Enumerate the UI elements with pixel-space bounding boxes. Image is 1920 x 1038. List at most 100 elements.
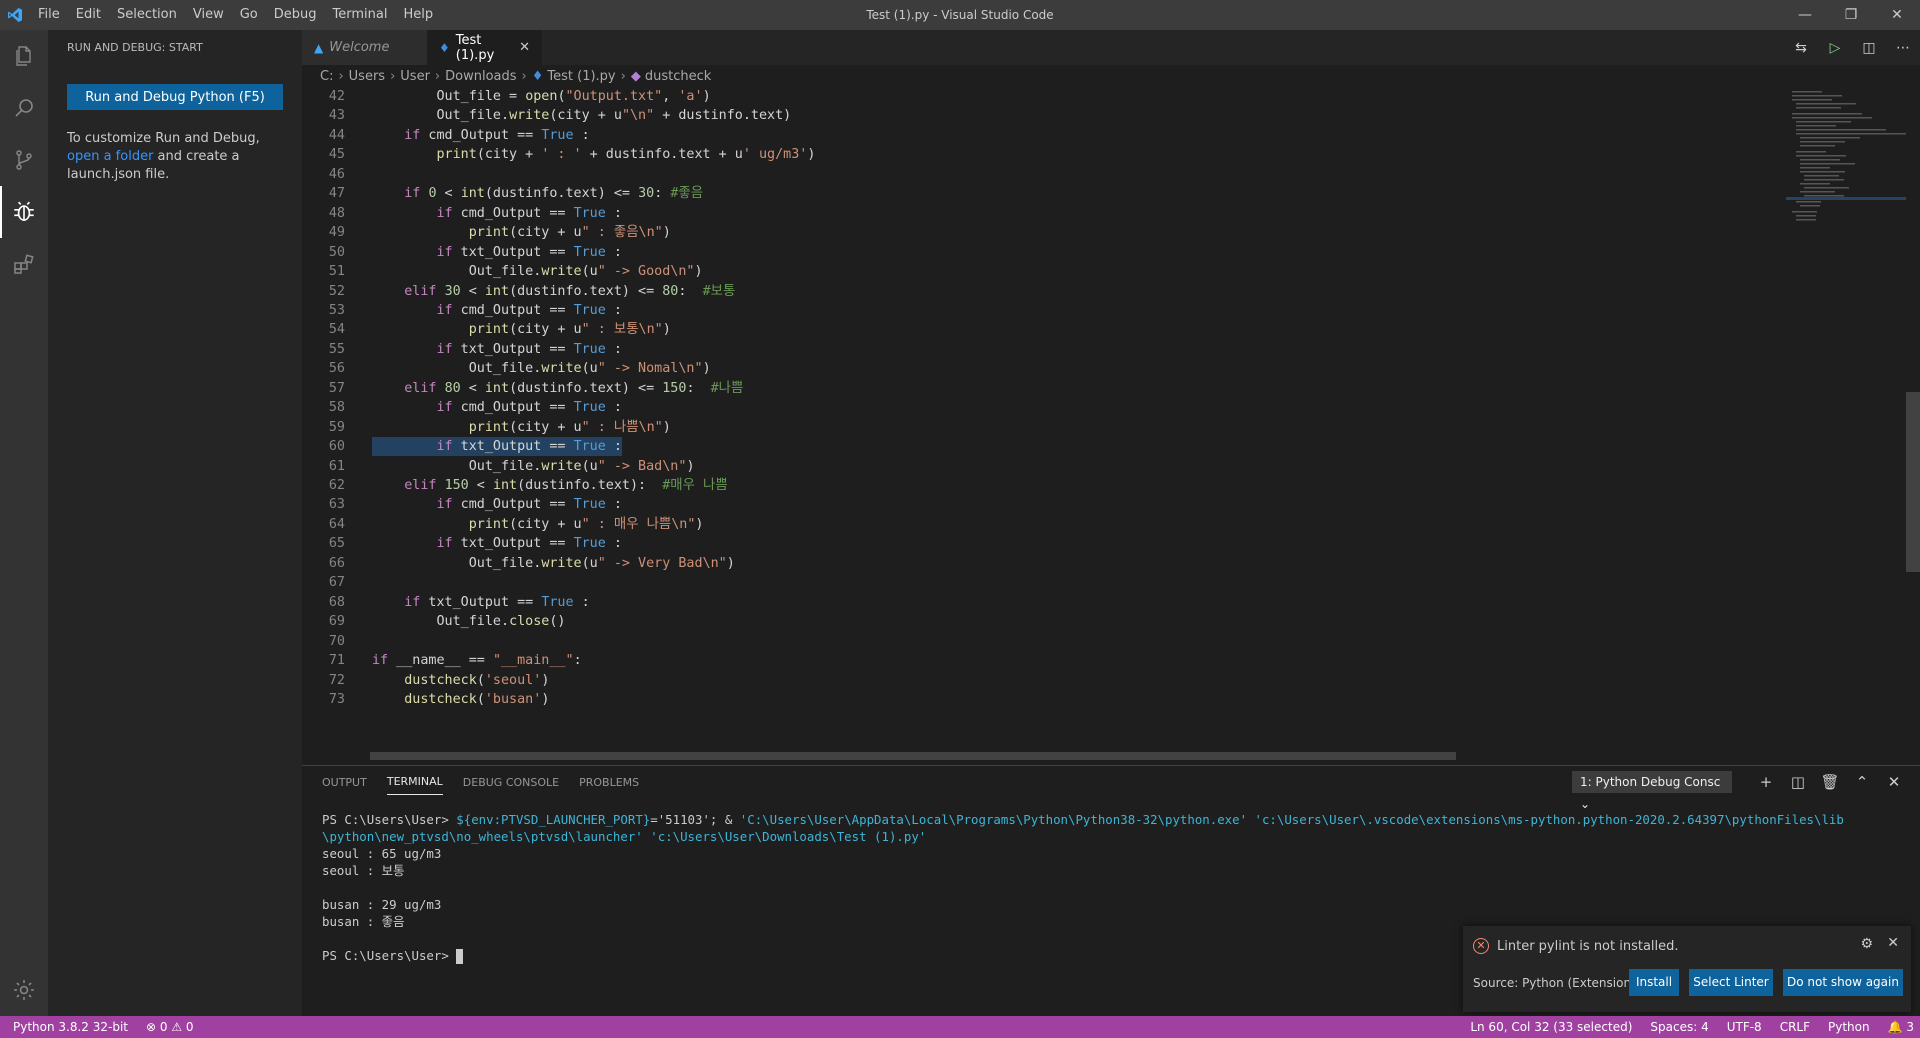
code-line[interactable]: 46 [302,165,1782,184]
python-file-icon: ♦ [531,68,544,84]
code-text: Out_file.close() [372,614,566,630]
cursor-position[interactable]: Ln 60, Col 32 (33 selected) [1470,1020,1632,1034]
debug-icon[interactable] [0,186,48,238]
close-notification-icon[interactable]: ✕ [1887,935,1899,951]
menu-edit[interactable]: Edit [68,0,109,30]
terminal-selector[interactable]: 1: Python Debug Consc ⌄ [1572,771,1732,811]
code-line[interactable]: 67 [302,573,1782,592]
code-line[interactable]: 42 Out_file = open("Output.txt", 'a') [302,87,1782,106]
scrollbar-thumb[interactable] [1906,392,1920,572]
code-line[interactable]: 73 dustcheck('busan') [302,690,1782,709]
tab-output[interactable]: OUTPUT [322,770,367,795]
menu-help[interactable]: Help [395,0,441,30]
panel-actions: + ◫ 🗑 ⌃ ✕ [1750,770,1910,794]
select-linter-button[interactable]: Select Linter [1689,969,1773,996]
source-control-icon[interactable] [0,134,48,186]
end-of-line[interactable]: CRLF [1780,1020,1810,1034]
manage-gear-icon[interactable] [0,964,48,1016]
code-line[interactable]: 61 Out_file.write(u" -> Bad\n") [302,457,1782,476]
search-icon[interactable] [0,82,48,134]
code-line[interactable]: 72 dustcheck('seoul') [302,671,1782,690]
compare-icon[interactable]: ⇆ [1784,40,1818,56]
code-line[interactable]: 45 print(city + ' : ' + dustinfo.text + … [302,145,1782,164]
code-text: if txt_Output == True : [372,437,622,457]
language-mode[interactable]: Python [1828,1020,1870,1034]
tab-problems[interactable]: PROBLEMS [579,770,639,795]
explorer-icon[interactable] [0,30,48,82]
code-line[interactable]: 56 Out_file.write(u" -> Nomal\n") [302,359,1782,378]
new-terminal-icon[interactable]: + [1750,770,1782,794]
close-tab-icon[interactable]: ✕ [519,40,530,55]
code-line[interactable]: 71 if __name__ == "__main__": [302,651,1782,670]
code-line[interactable]: 54 print(city + u" : 보통\n") [302,320,1782,339]
split-terminal-icon[interactable]: ◫ [1782,770,1814,794]
code-line[interactable]: 68 if txt_Output == True : [302,593,1782,612]
menu-view[interactable]: View [185,0,232,30]
code-line[interactable]: 51 Out_file.write(u" -> Good\n") [302,262,1782,281]
code-line[interactable]: 64 print(city + u" : 매우 나쁨\n") [302,515,1782,534]
code-line[interactable]: 70 [302,632,1782,651]
python-interpreter[interactable]: Python 3.8.2 32-bit [13,1020,128,1034]
code-line[interactable]: 69 Out_file.close() [302,612,1782,631]
code-line[interactable]: 48 if cmd_Output == True : [302,204,1782,223]
menu-selection[interactable]: Selection [109,0,185,30]
encoding[interactable]: UTF-8 [1727,1020,1762,1034]
code-line[interactable]: 47 if 0 < int(dustinfo.text) <= 30: #좋음 [302,184,1782,203]
sidebar-title: RUN AND DEBUG: START [67,41,203,54]
terminal-prompt: PS C:\Users\User> [322,812,457,827]
close-panel-icon[interactable]: ✕ [1878,770,1910,794]
code-line[interactable]: 55 if txt_Output == True : [302,340,1782,359]
split-editor-icon[interactable]: ◫ [1852,40,1886,56]
code-line[interactable]: 49 print(city + u" : 좋음\n") [302,223,1782,242]
tab-welcome[interactable]: ▲ Welcome [302,30,427,65]
restore-icon[interactable]: ❐ [1828,0,1874,30]
problems-count[interactable]: ⊗ 0 ⚠ 0 [146,1020,194,1034]
code-line[interactable]: 62 elif 150 < int(dustinfo.text): #매우 나쁨 [302,476,1782,495]
tab-test-py[interactable]: ♦ Test (1).py ✕ [427,30,542,65]
code-line[interactable]: 65 if txt_Output == True : [302,534,1782,553]
install-button[interactable]: Install [1629,969,1679,996]
do-not-show-again-button[interactable]: Do not show again [1783,969,1903,996]
code-line[interactable]: 58 if cmd_Output == True : [302,398,1782,417]
line-number: 56 [328,361,345,377]
code-line[interactable]: 52 elif 30 < int(dustinfo.text) <= 80: #… [302,282,1782,301]
code-line[interactable]: 44 if cmd_Output == True : [302,126,1782,145]
code-line[interactable]: 53 if cmd_Output == True : [302,301,1782,320]
menu-file[interactable]: File [30,0,68,30]
breadcrumb-users[interactable]: Users [349,69,385,84]
gear-icon[interactable]: ⚙ [1860,936,1873,952]
minimize-icon[interactable]: — [1782,0,1828,30]
code-text: print(city + ' : ' + dustinfo.text + u' … [436,147,816,163]
notifications-bell[interactable]: 🔔 3 [1888,1020,1914,1034]
breadcrumb-file[interactable]: Test (1).py [547,69,615,84]
code-line[interactable]: 50 if txt_Output == True : [302,243,1782,262]
indentation[interactable]: Spaces: 4 [1650,1020,1708,1034]
code-line[interactable]: 57 elif 80 < int(dustinfo.text) <= 150: … [302,379,1782,398]
breadcrumb-drive[interactable]: C: [320,69,333,84]
menu-debug[interactable]: Debug [266,0,325,30]
code-line[interactable]: 60 if txt_Output == True : [302,437,1782,457]
code-line[interactable]: 43 Out_file.write(city + u"\n" + dustinf… [302,106,1782,125]
vertical-scrollbar[interactable] [1906,87,1920,757]
code-editor[interactable]: 42 Out_file = open("Output.txt", 'a') 43 … [302,87,1782,757]
breadcrumb-user[interactable]: User [400,69,430,84]
horizontal-scrollbar[interactable] [370,752,1456,760]
extensions-icon[interactable] [0,238,48,290]
chevron-up-icon[interactable]: ⌃ [1846,770,1878,794]
code-line[interactable]: 66 Out_file.write(u" -> Very Bad\n") [302,554,1782,573]
breadcrumb-downloads[interactable]: Downloads [445,69,516,84]
close-window-icon[interactable]: ✕ [1874,0,1920,30]
menu-terminal[interactable]: Terminal [325,0,396,30]
run-and-debug-button[interactable]: Run and Debug Python (F5) [67,84,283,110]
tab-terminal[interactable]: TERMINAL [386,769,443,795]
code-line[interactable]: 59 print(city + u" : 나쁨\n") [302,418,1782,437]
minimap[interactable] [1786,87,1906,757]
trash-icon[interactable]: 🗑 [1814,770,1846,794]
open-folder-link[interactable]: open a folder [67,149,153,164]
run-file-icon[interactable]: ▷ [1818,40,1852,56]
more-actions-icon[interactable]: ⋯ [1886,40,1920,56]
breadcrumb-symbol[interactable]: dustcheck [645,69,711,84]
tab-debug-console[interactable]: DEBUG CONSOLE [463,770,559,795]
code-line[interactable]: 63 if cmd_Output == True : [302,495,1782,514]
menu-go[interactable]: Go [232,0,266,30]
